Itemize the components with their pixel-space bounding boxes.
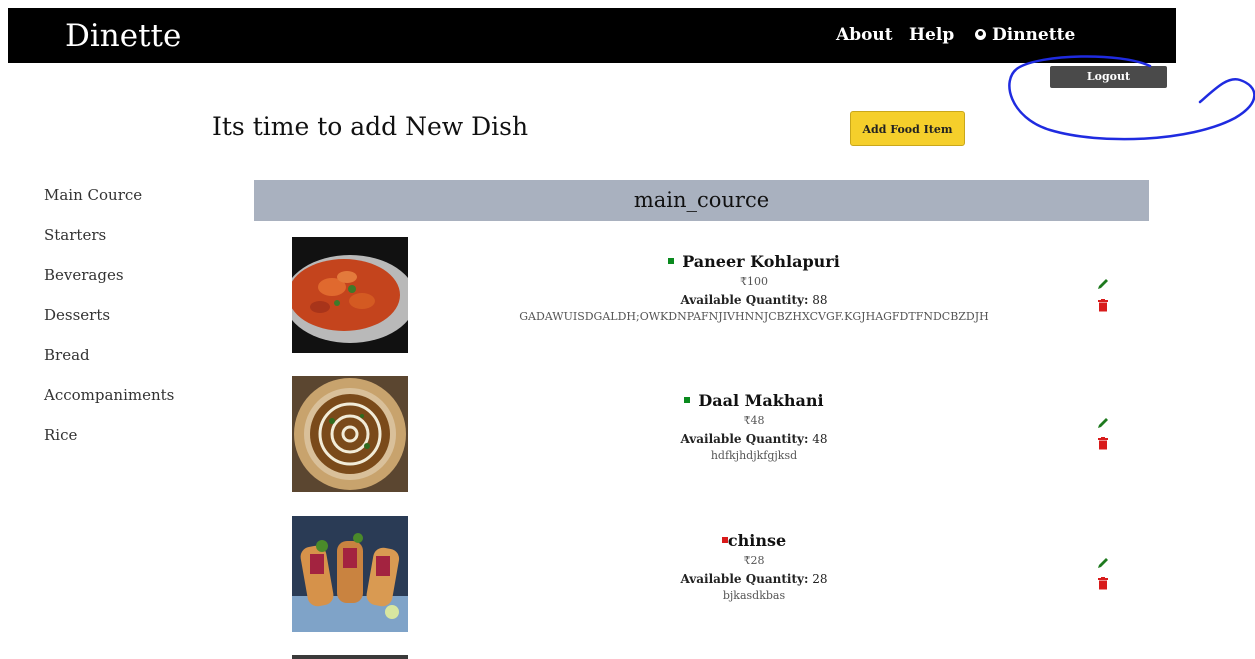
dish-image	[292, 516, 408, 632]
veg-indicator-icon	[684, 397, 691, 403]
dish-description: hdfkjhdjkfgjksd	[710, 449, 798, 462]
dish-image-partial	[292, 655, 408, 659]
sidebar-item-main-cource[interactable]: Main Cource	[44, 184, 174, 224]
sidebar-item-bread[interactable]: Bread	[44, 344, 174, 384]
sidebar-item-accompaniments[interactable]: Accompaniments	[44, 384, 174, 424]
nav-user-menu[interactable]: Dinnette	[975, 25, 1075, 45]
pencil-icon[interactable]	[1096, 556, 1110, 570]
pencil-icon[interactable]	[1096, 277, 1110, 291]
brand-logo[interactable]: Dinette	[65, 17, 181, 55]
sidebar-item-desserts[interactable]: Desserts	[44, 304, 174, 344]
nav-help-link[interactable]: Help	[909, 25, 954, 45]
dish-price: ₹28	[743, 554, 765, 567]
category-sidebar: Main Cource Starters Beverages Desserts …	[44, 184, 174, 464]
sidebar-item-rice[interactable]: Rice	[44, 424, 174, 464]
dish-name: chinse	[727, 531, 787, 550]
dish-qty: 48	[812, 432, 828, 446]
dish-qty-label: Available Quantity:	[680, 432, 809, 446]
dish-qty-label: Available Quantity:	[680, 293, 809, 307]
nonveg-indicator-icon	[721, 537, 728, 543]
dish-card: Daal Makhani ₹48 Available Quantity: 48 …	[254, 376, 1149, 496]
page-title: Its time to add New Dish	[212, 112, 529, 141]
dish-image	[292, 237, 408, 353]
dish-price: ₹100	[740, 275, 768, 288]
add-food-item-button[interactable]: Add Food Item	[850, 111, 965, 146]
nav-about-link[interactable]: About	[836, 25, 893, 45]
trash-icon[interactable]	[1098, 299, 1108, 312]
dish-card: Paneer Kohlapuri ₹100 Available Quantity…	[254, 237, 1149, 357]
dish-info: Daal Makhani ₹48 Available Quantity: 48 …	[454, 390, 1054, 464]
sidebar-item-starters[interactable]: Starters	[44, 224, 174, 264]
trash-icon[interactable]	[1098, 437, 1108, 450]
dish-qty-label: Available Quantity:	[680, 572, 809, 586]
veg-indicator-icon	[668, 258, 675, 264]
section-header: main_cource	[254, 180, 1149, 221]
logout-button[interactable]: Logout	[1050, 66, 1167, 88]
user-circle-icon	[975, 29, 986, 40]
dish-name: Daal Makhani	[698, 391, 824, 410]
dish-qty: 28	[812, 572, 828, 586]
dish-info: Paneer Kohlapuri ₹100 Available Quantity…	[454, 251, 1054, 325]
dish-card: chinse ₹28 Available Quantity: 28 bjkasd…	[254, 516, 1149, 636]
dish-qty: 88	[812, 293, 828, 307]
dish-image	[292, 376, 408, 492]
dish-description: GADAWUISDGALDH;OWKDNPAFNJIVHNNJCBZHXCVGF…	[519, 310, 989, 323]
sidebar-item-beverages[interactable]: Beverages	[44, 264, 174, 304]
top-navbar: Dinette About Help Dinnette	[8, 8, 1176, 63]
pencil-icon[interactable]	[1096, 416, 1110, 430]
dish-info: chinse ₹28 Available Quantity: 28 bjkasd…	[454, 530, 1054, 604]
trash-icon[interactable]	[1098, 577, 1108, 590]
dish-name: Paneer Kohlapuri	[682, 252, 840, 271]
nav-user-name: Dinnette	[992, 25, 1076, 45]
dish-description: bjkasdkbas	[722, 589, 786, 602]
dish-price: ₹48	[743, 414, 765, 427]
